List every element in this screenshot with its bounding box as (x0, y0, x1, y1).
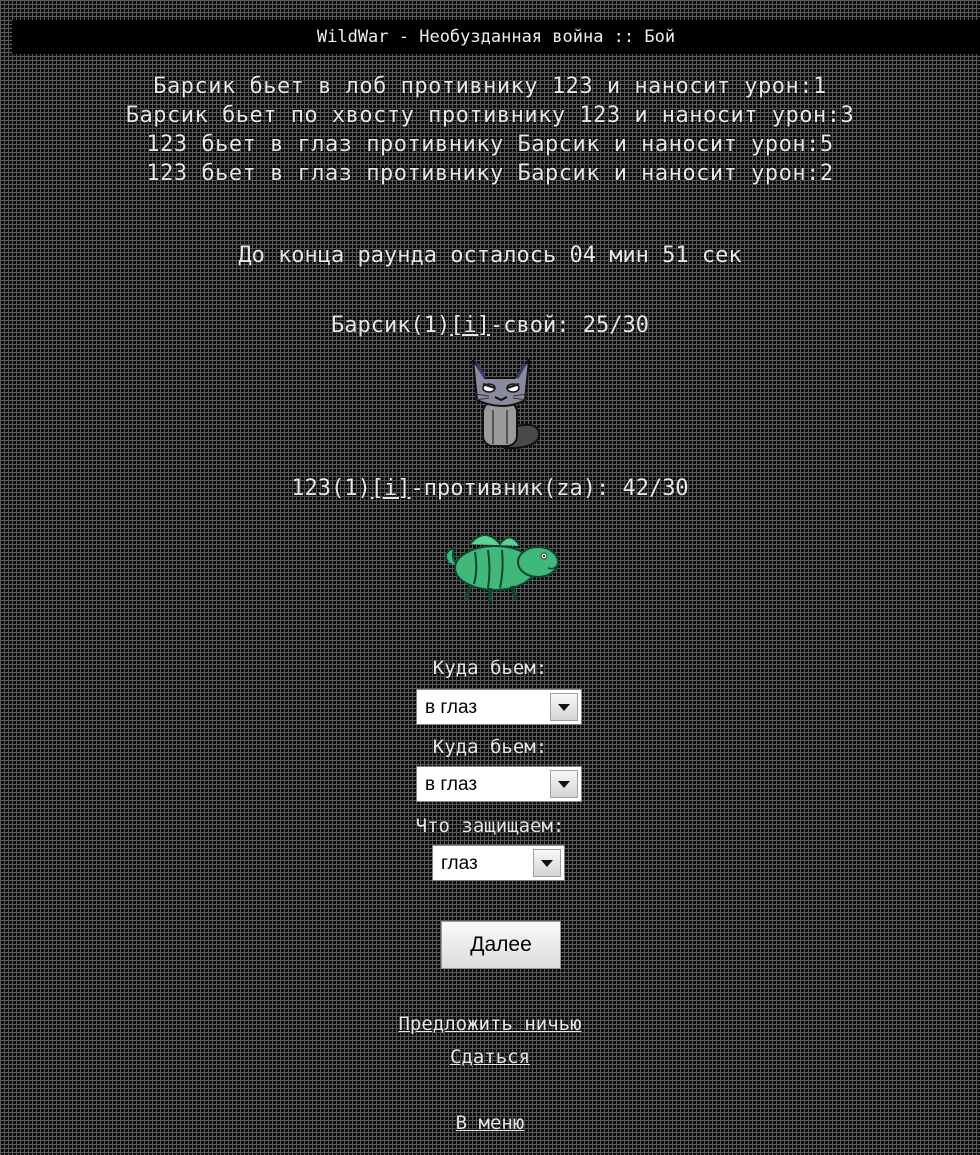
window-title-bar: WildWar - Необузданная война :: Бой (12, 20, 980, 54)
next-button[interactable]: Далее (441, 921, 561, 969)
enemy-info-link[interactable]: [i] (371, 476, 411, 501)
offer-draw-link[interactable]: Предложить ничью (398, 1013, 581, 1035)
attack1-value: в глаз (425, 697, 478, 718)
enemy-status: -противник(za): 42/30 (410, 476, 689, 501)
attack2-select[interactable]: в глаз (416, 766, 582, 802)
attack1-label: Куда бьем: (432, 657, 548, 679)
chevron-down-icon[interactable] (550, 770, 578, 798)
surrender-link-row: Сдаться (0, 1046, 980, 1068)
defense-label: Что защищаем: (415, 815, 565, 837)
battle-log-line: Барсик бьет по хвосту противнику 123 и н… (125, 103, 855, 128)
round-timer: До конца раунда осталось 04 мин 51 сек (238, 243, 742, 268)
battle-log: Барсик бьет в лоб противнику 123 и нанос… (0, 72, 980, 188)
window-title: WildWar - Необузданная война :: Бой (316, 27, 676, 47)
attack2-value: в глаз (425, 774, 478, 795)
player-info: Барсик(1)[i]-свой: 25/30 (0, 313, 980, 338)
offer-draw-link-row: Предложить ничью (0, 1013, 980, 1035)
enemy-info: 123(1)[i]-противник(za): 42/30 (0, 476, 980, 501)
chevron-down-icon[interactable] (550, 693, 578, 721)
attack2-label: Куда бьем: (432, 736, 548, 758)
defense-select[interactable]: глаз (432, 845, 565, 881)
player-name: Барсик(1) (331, 313, 451, 338)
menu-link-row: В меню (0, 1112, 980, 1134)
chevron-down-icon[interactable] (533, 849, 561, 877)
enemy-name: 123(1) (291, 476, 371, 501)
battle-log-line: 123 бьет в глаз противнику Барсик и нано… (146, 132, 834, 157)
attack1-select[interactable]: в глаз (416, 689, 582, 725)
battle-log-line: Барсик бьет в лоб противнику 123 и нанос… (153, 74, 827, 99)
green-dragon-icon (445, 534, 559, 602)
defense-value: глаз (441, 853, 478, 874)
surrender-link[interactable]: Сдаться (450, 1046, 530, 1068)
gray-cat-icon (472, 356, 541, 449)
battle-log-line: 123 бьет в глаз противнику Барсик и нано… (146, 161, 834, 186)
player-status: -свой: 25/30 (490, 313, 649, 338)
player-info-link[interactable]: [i] (450, 313, 490, 338)
menu-link[interactable]: В меню (456, 1112, 525, 1134)
